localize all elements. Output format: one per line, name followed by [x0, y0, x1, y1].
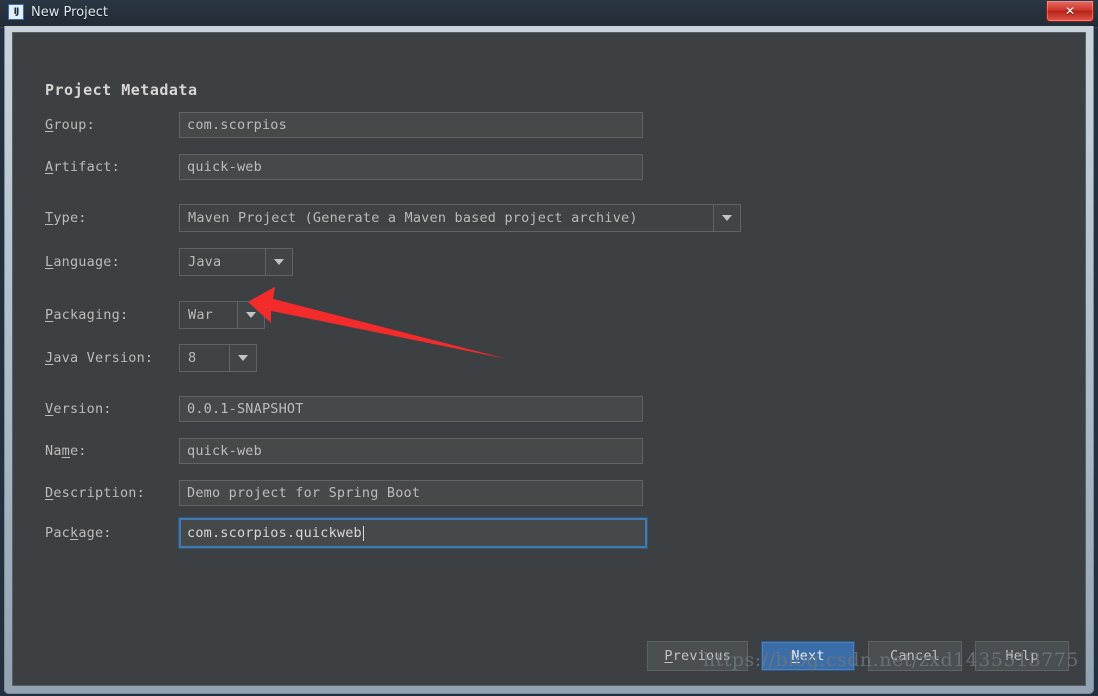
close-window-button[interactable]: ✕: [1046, 1, 1094, 22]
input-value-name: quick-web: [187, 443, 262, 459]
intellij-idea-icon: IJ: [8, 4, 24, 20]
triangle-glyph: [274, 259, 284, 265]
label-description: Description:: [45, 485, 179, 501]
form-row-language: Language:Java: [45, 248, 293, 276]
label-package: Package:: [45, 525, 179, 541]
form-row-type: Type:Maven Project (Generate a Maven bas…: [45, 204, 741, 232]
input-description[interactable]: Demo project for Spring Boot: [179, 480, 643, 506]
combo-language[interactable]: Java: [179, 248, 293, 276]
form-row-packaging: Packaging:War: [45, 301, 265, 329]
label-group: Group:: [45, 117, 179, 133]
combo-value-language: Java: [180, 249, 265, 275]
form-row-description: Description: Demo project for Spring Boot: [45, 479, 643, 507]
title-bar-left-group: IJ New Project: [8, 4, 108, 20]
combo-value-packaging: War: [180, 302, 237, 328]
triangle-glyph: [238, 355, 248, 361]
input-package[interactable]: com.scorpios.quickweb: [179, 518, 647, 548]
chevron-down-icon[interactable]: [229, 345, 256, 371]
input-value-group: com.scorpios: [187, 117, 287, 133]
window-frame: Project Metadata Group: com.scorpios Artif…: [4, 26, 1094, 694]
label-type: Type:: [45, 210, 179, 226]
label-version: Version:: [45, 401, 179, 417]
csdn-watermark: https://blog.csdn.net/zxd1435513775: [703, 649, 1079, 671]
input-value-version: 0.0.1-SNAPSHOT: [187, 401, 304, 417]
label-artifact: Artifact:: [45, 159, 179, 175]
window-title: New Project: [31, 5, 108, 20]
input-group[interactable]: com.scorpios: [179, 112, 643, 138]
label-java-version: Java Version:: [45, 350, 179, 366]
input-version[interactable]: 0.0.1-SNAPSHOT: [179, 396, 643, 422]
arrow-shape: [248, 287, 507, 359]
triangle-glyph: [246, 312, 256, 318]
input-value-description: Demo project for Spring Boot: [187, 485, 420, 501]
combo-value-type: Maven Project (Generate a Maven based pr…: [180, 205, 713, 231]
form-row-package: Package: com.scorpios.quickweb: [45, 519, 647, 547]
text-caret: [363, 526, 364, 541]
chevron-down-icon[interactable]: [713, 205, 740, 231]
combo-type[interactable]: Maven Project (Generate a Maven based pr…: [179, 204, 741, 232]
input-artifact[interactable]: quick-web: [179, 154, 643, 180]
form-row-group: Group: com.scorpios: [45, 111, 643, 139]
label-name: Name:: [45, 443, 179, 459]
new-project-dialog: Project Metadata Group: com.scorpios Artif…: [12, 32, 1086, 686]
chevron-down-icon[interactable]: [237, 302, 264, 328]
label-language: Language:: [45, 254, 179, 270]
input-name[interactable]: quick-web: [179, 438, 643, 464]
page-title: Project Metadata: [45, 81, 198, 99]
form-row-java-version: Java Version:8: [45, 344, 257, 372]
window-title-bar[interactable]: IJ New Project ✕: [0, 0, 1098, 28]
app-icon-label: IJ: [14, 8, 19, 17]
combo-packaging[interactable]: War: [179, 301, 265, 329]
label-packaging: Packaging:: [45, 307, 179, 323]
input-value-artifact: quick-web: [187, 159, 262, 175]
form-row-version: Version: 0.0.1-SNAPSHOT: [45, 395, 643, 423]
form-row-name: Name: quick-web: [45, 437, 643, 465]
new-project-window: IJ New Project ✕ Project Metadata Group:…: [0, 0, 1098, 696]
combo-value-java-version: 8: [180, 345, 229, 371]
input-value-package: com.scorpios.quickweb: [187, 525, 362, 541]
chevron-down-icon[interactable]: [265, 249, 292, 275]
combo-java-version[interactable]: 8: [179, 344, 257, 372]
form-row-artifact: Artifact: quick-web: [45, 153, 643, 181]
triangle-glyph: [722, 215, 732, 221]
close-icon: ✕: [1065, 5, 1075, 17]
